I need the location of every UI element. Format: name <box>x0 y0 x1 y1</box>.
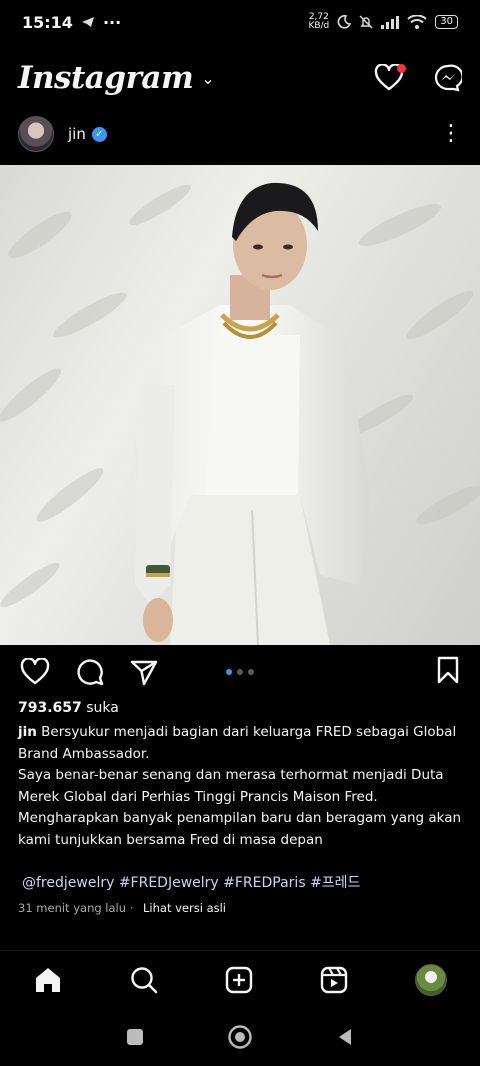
do-not-disturb-icon <box>337 15 352 29</box>
caption-line-2: Saya benar-benar senang dan merasa terho… <box>18 767 444 805</box>
search-icon[interactable] <box>130 966 158 994</box>
recent-apps-icon[interactable] <box>125 1027 145 1047</box>
author-avatar[interactable] <box>18 116 54 152</box>
caption: jin Bersyukur menjadi bagian dari keluar… <box>18 722 466 851</box>
likes-label: suka <box>86 700 119 716</box>
meta-separator: · <box>129 901 134 915</box>
save-icon <box>437 656 459 684</box>
activity-button[interactable] <box>374 64 406 92</box>
caption-line-3: Mengharapkan banyak penampilan baru dan … <box>18 810 462 848</box>
likes-count[interactable]: 793.657 suka <box>18 700 119 716</box>
caption-hashtags[interactable]: @fredjewelry #FREDJewelry #FREDParis #프레… <box>22 872 360 892</box>
create-icon[interactable] <box>225 966 253 994</box>
bottom-nav <box>0 950 480 1008</box>
status-left: 15:14 ··· <box>22 13 121 32</box>
more-options-icon[interactable]: ⋮ <box>440 123 462 145</box>
save-button[interactable] <box>436 656 460 688</box>
comment-icon[interactable] <box>76 658 104 686</box>
carousel-dot <box>248 669 254 675</box>
post-photo <box>0 182 480 645</box>
status-right: 2,72 KB/d 30 <box>308 13 458 31</box>
carousel-indicator <box>226 669 254 675</box>
post-actions-left <box>20 658 158 686</box>
status-bar: 15:14 ··· 2,72 KB/d 30 <box>0 0 480 44</box>
chevron-down-icon[interactable]: ⌄ <box>201 69 214 88</box>
verified-badge-icon: ✓ <box>91 126 107 142</box>
post-meta: 31 menit yang lalu · Lihat versi asli <box>18 901 226 915</box>
see-translation-link[interactable]: Lihat versi asli <box>143 901 226 915</box>
status-extra: ··· <box>102 12 122 32</box>
signal-icon <box>381 15 400 29</box>
author-username[interactable]: jin <box>68 125 86 143</box>
profile-avatar[interactable] <box>414 963 447 996</box>
messenger-icon <box>434 64 462 92</box>
notification-dot <box>397 64 406 73</box>
home-button-icon[interactable] <box>227 1024 253 1050</box>
app-header: Instagram ⌄ <box>0 52 480 104</box>
reels-icon[interactable] <box>320 966 348 994</box>
back-icon[interactable] <box>335 1027 355 1047</box>
likes-value: 793.657 <box>18 700 82 716</box>
system-nav-bar <box>0 1008 480 1066</box>
clock: 15:14 <box>22 12 73 32</box>
battery-indicator: 30 <box>435 15 458 29</box>
messages-button[interactable] <box>434 64 462 92</box>
network-speed: 2,72 KB/d <box>308 13 329 31</box>
like-icon[interactable] <box>20 658 50 686</box>
caption-username[interactable]: jin <box>18 724 37 740</box>
mute-icon <box>359 15 373 29</box>
telegram-icon <box>81 17 94 27</box>
header-actions <box>374 64 462 92</box>
post-header: jin ✓ ⋮ <box>0 112 480 156</box>
share-icon[interactable] <box>130 658 158 686</box>
post-actions <box>0 652 480 692</box>
instagram-logo[interactable]: Instagram <box>18 60 194 96</box>
carousel-dot <box>226 669 232 675</box>
caption-line-1: Bersyukur menjadi bagian dari keluarga F… <box>18 724 457 762</box>
post-image[interactable] <box>0 165 480 645</box>
carousel-dot <box>237 669 243 675</box>
network-speed-unit: KB/d <box>308 21 330 31</box>
home-icon[interactable] <box>33 966 63 994</box>
post-timestamp: 31 menit yang lalu <box>18 901 127 915</box>
wifi-icon <box>407 15 427 29</box>
